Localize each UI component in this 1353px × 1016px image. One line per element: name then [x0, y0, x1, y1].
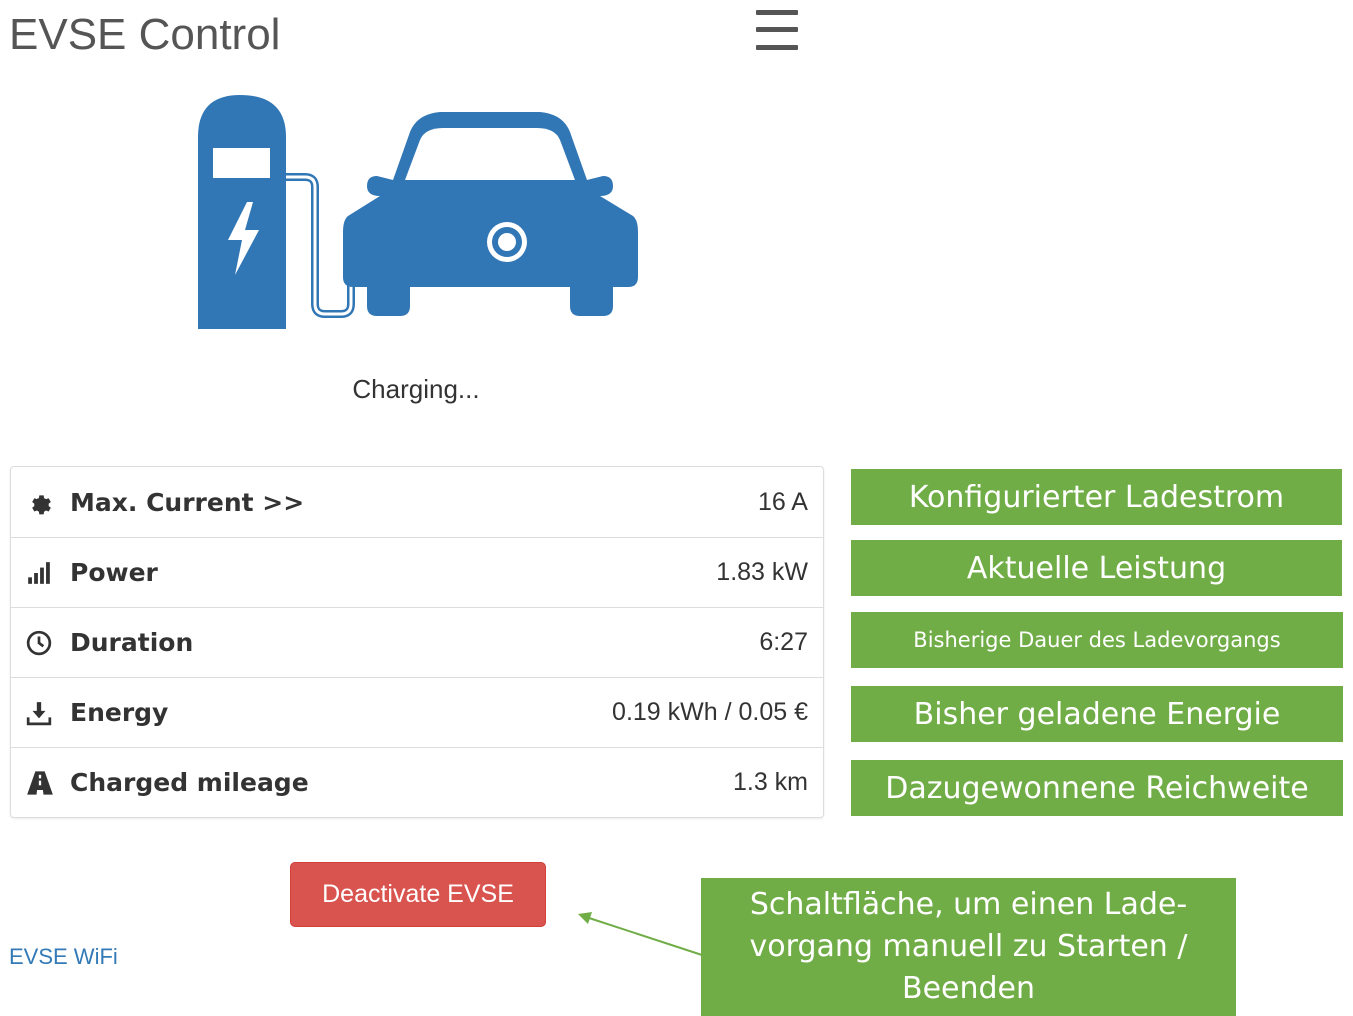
metric-value: 0.19 kWh / 0.05 € [612, 698, 808, 726]
annotation-duration: Bisherige Dauer des Ladevorgangs [851, 612, 1343, 668]
annotation-line: Schaltfläche, um einen Lade- [749, 887, 1188, 922]
metric-value: 1.3 km [732, 768, 808, 796]
annotation-mileage: Dazugewonnene Reichweite [851, 760, 1343, 816]
clock-icon [26, 628, 56, 658]
menu-bar [756, 45, 798, 50]
metric-row-mileage: Charged mileage 1.3 km [11, 747, 823, 817]
metric-label: Energy [70, 698, 169, 727]
menu-bar [756, 10, 798, 15]
evse-wifi-link[interactable]: EVSE WiFi [9, 944, 118, 970]
gear-icon [26, 487, 56, 517]
download-icon [26, 698, 56, 728]
car-icon [343, 112, 638, 316]
metric-value: 16 A [757, 487, 808, 516]
annotation-arrow [578, 912, 703, 956]
deactivate-evse-button[interactable]: Deactivate EVSE [290, 862, 546, 927]
metric-label: Charged mileage [70, 768, 309, 797]
page-title: EVSE Control [9, 10, 281, 59]
annotation-energy: Bisher geladene Energie [851, 686, 1343, 742]
metric-row-duration: Duration 6:27 [11, 607, 823, 677]
metric-label: Duration [70, 628, 194, 657]
charging-car-illustration [198, 95, 638, 329]
annotation-button: Schaltfläche, um einen Lade- vorgang man… [701, 878, 1236, 1016]
metric-value: 1.83 kW [716, 558, 808, 586]
hamburger-menu-button[interactable] [752, 8, 802, 54]
charging-station-icon [198, 95, 286, 329]
metric-row-energy: Energy 0.19 kWh / 0.05 € [11, 677, 823, 747]
metric-label: Max. Current >> [70, 487, 305, 517]
metric-label: Power [70, 558, 158, 587]
metric-row-max-current[interactable]: Max. Current >> 16 A [11, 467, 823, 537]
annotation-line: vorgang manuell zu Starten / [749, 929, 1188, 964]
menu-bar [756, 27, 798, 32]
signal-bars-icon [26, 558, 56, 588]
annotation-power: Aktuelle Leistung [851, 540, 1342, 596]
road-icon [26, 768, 56, 798]
metrics-panel: Max. Current >> 16 A Power 1.83 kW Durat… [10, 466, 824, 818]
annotation-max-current: Konfigurierter Ladestrom [851, 469, 1342, 525]
charging-status: Charging... [352, 374, 480, 404]
metric-value: 6:27 [759, 628, 808, 656]
metric-row-power: Power 1.83 kW [11, 537, 823, 607]
annotation-line: Beenden [901, 971, 1036, 1006]
